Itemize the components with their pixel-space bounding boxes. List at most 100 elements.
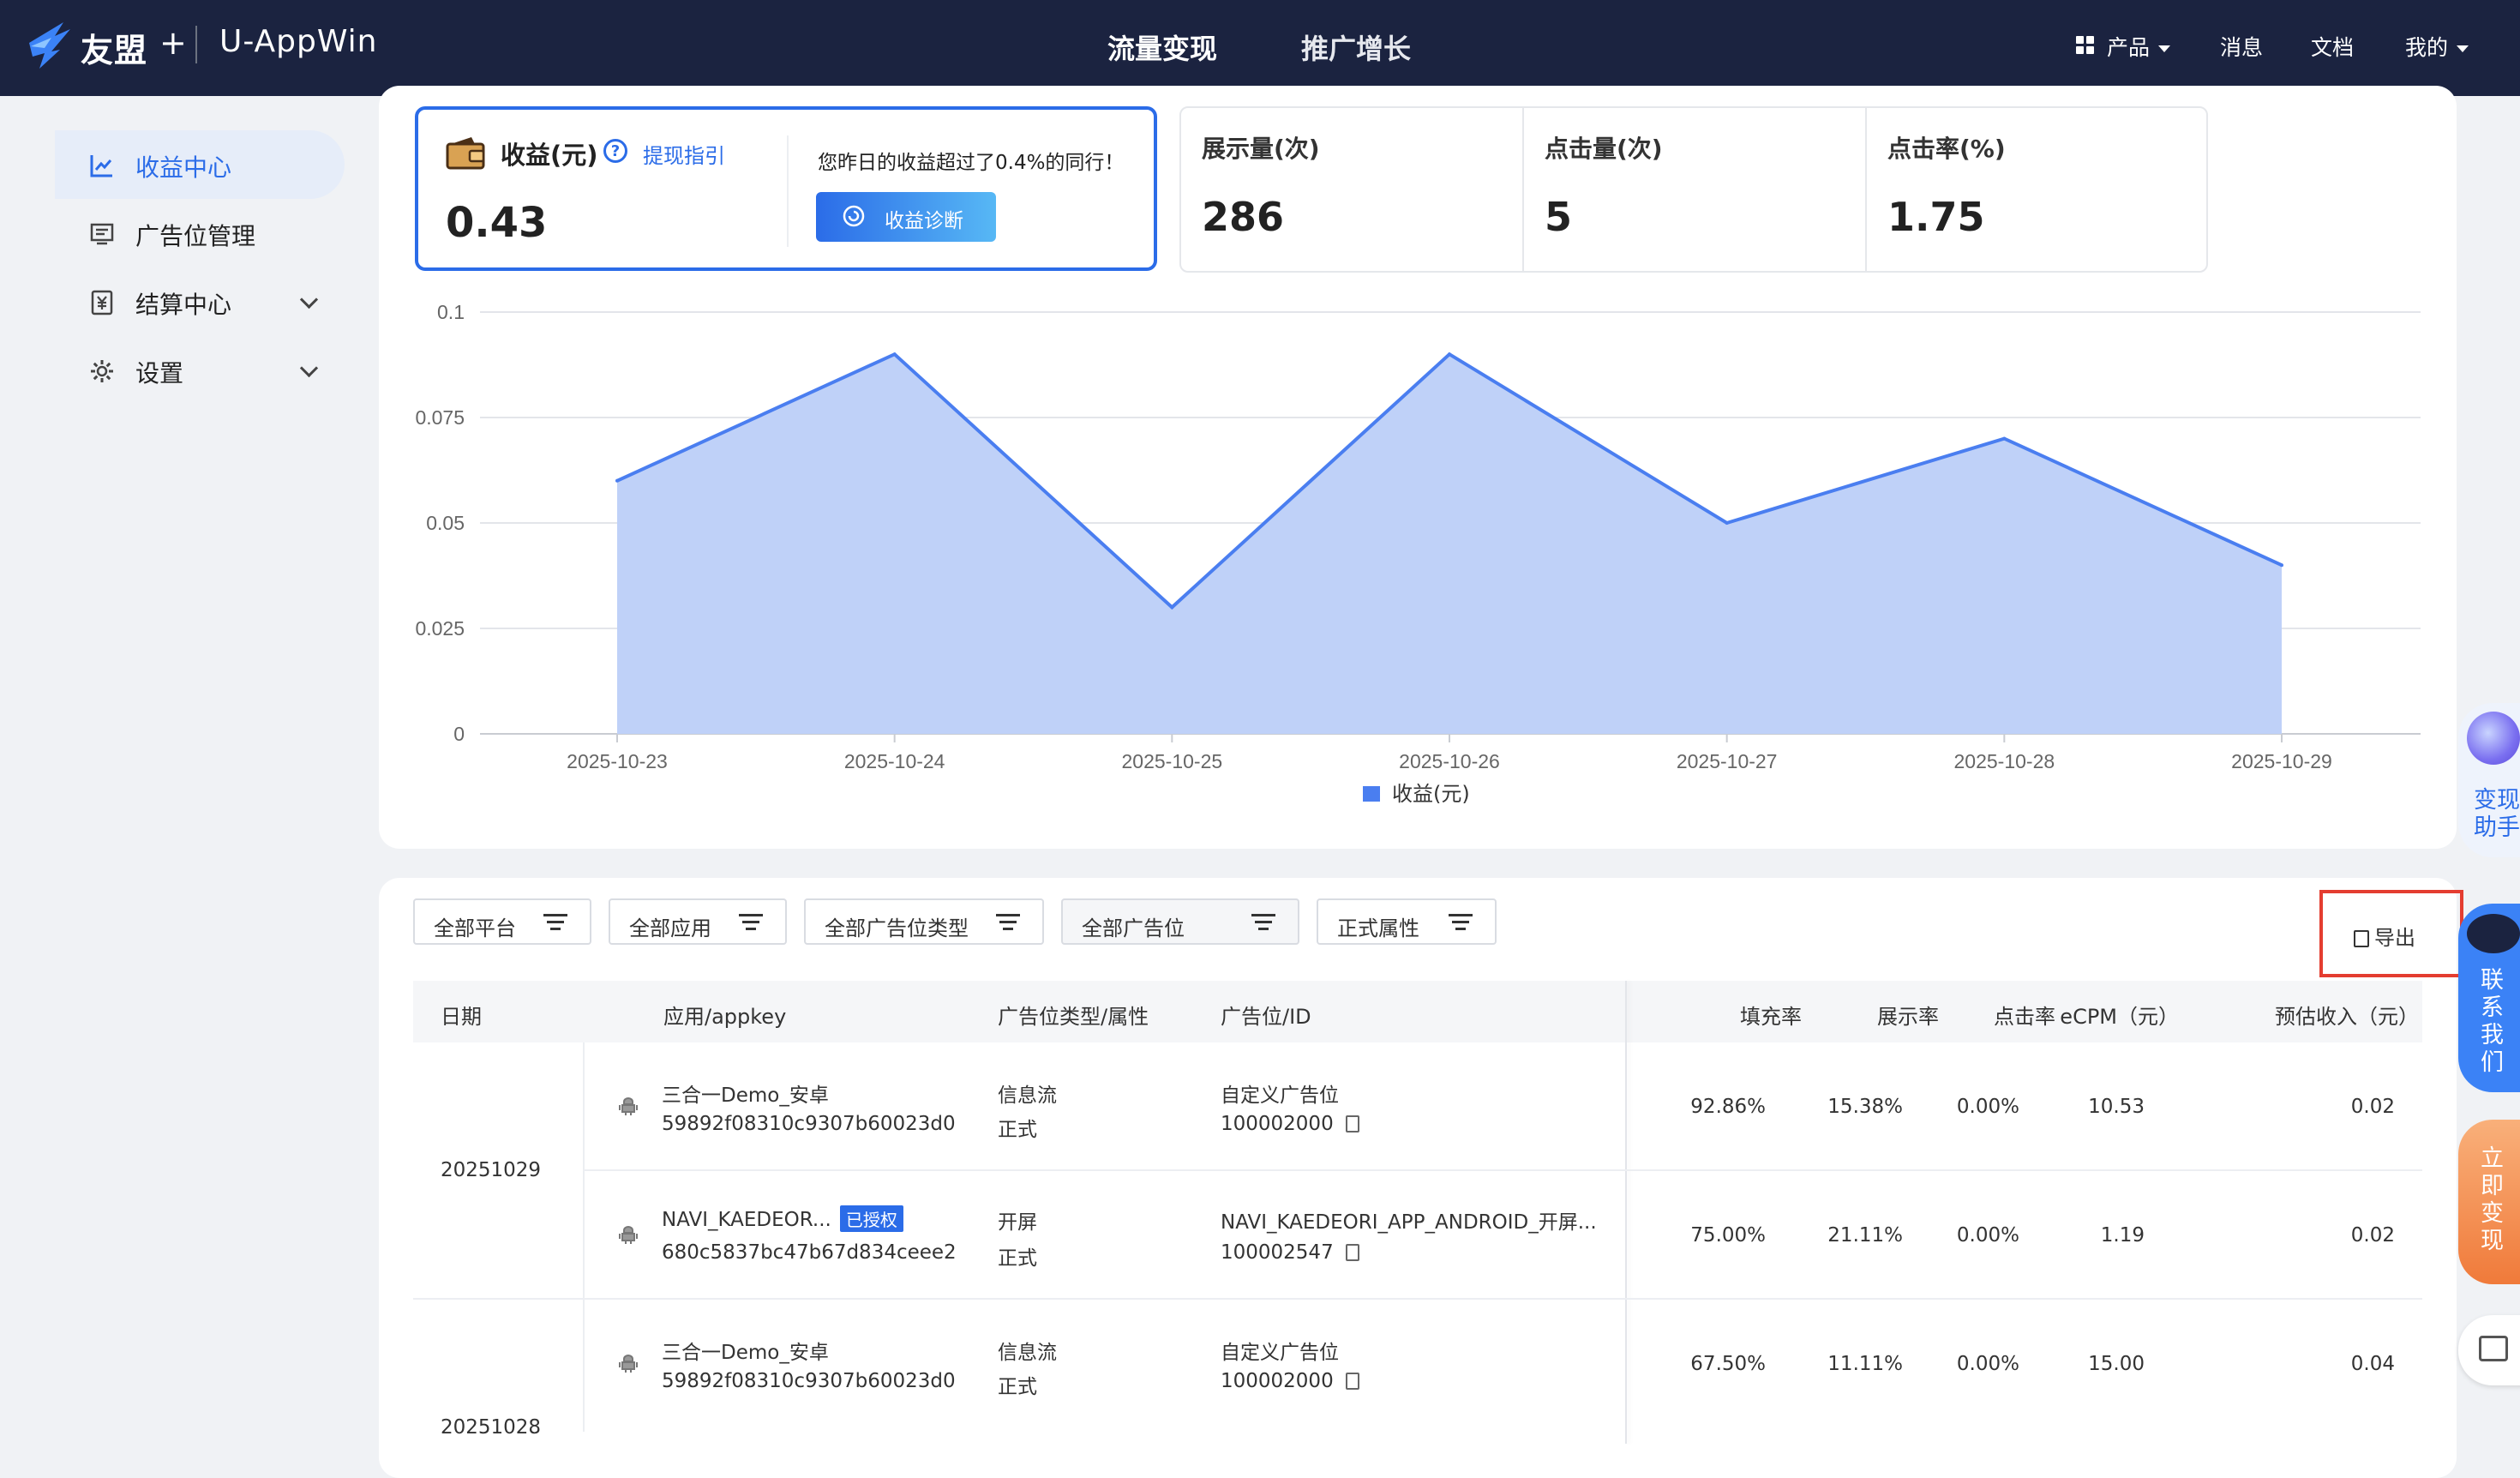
copy-icon[interactable] bbox=[1345, 1244, 1359, 1261]
filter-app[interactable]: 全部应用 bbox=[609, 898, 787, 945]
ad-type-cell: 开屏 bbox=[998, 1211, 1037, 1234]
ecpm-cell: 15.00 bbox=[2088, 1353, 2145, 1375]
col-date[interactable]: 日期 bbox=[441, 1000, 482, 1030]
filter-attribute[interactable]: 正式属性 bbox=[1317, 898, 1497, 945]
filter-icon bbox=[1449, 914, 1473, 931]
sidebar-item-settlement-center[interactable]: 结算中心 bbox=[55, 267, 345, 336]
products-menu[interactable]: 产品 bbox=[2107, 31, 2171, 62]
umeng-logo-icon[interactable] bbox=[26, 17, 74, 72]
revenue-comparison-note: 您昨日的收益超过了0.4%的同行！ bbox=[818, 152, 1125, 174]
highlight-box bbox=[2319, 890, 2463, 977]
app-name[interactable]: U-AppWin bbox=[219, 24, 378, 59]
legend-swatch bbox=[1363, 786, 1380, 802]
col-ad-slot[interactable]: 广告位/ID bbox=[1221, 1000, 1311, 1030]
authorized-badge: 已授权 bbox=[839, 1205, 903, 1232]
docs-link[interactable]: 文档 bbox=[2311, 31, 2354, 62]
contact-us-widget[interactable]: 联系我们 bbox=[2458, 904, 2520, 1092]
copy-icon[interactable] bbox=[1345, 1373, 1359, 1390]
sidebar-item-settings[interactable]: 设置 bbox=[55, 336, 345, 405]
revenue-diagnosis-button[interactable]: 收益诊断 bbox=[816, 192, 996, 242]
chart-legend[interactable]: 收益(元) bbox=[1363, 777, 1470, 807]
col-app[interactable]: 应用/appkey bbox=[663, 1000, 786, 1030]
data-point bbox=[892, 352, 897, 357]
withdraw-guide-link[interactable]: 提现指引 bbox=[643, 139, 725, 169]
metric-ctr[interactable]: 点击率(%) 1.75 bbox=[1865, 108, 2208, 271]
col-fill-rate[interactable]: 填充率 bbox=[1647, 1000, 1802, 1030]
metric-value: 5 bbox=[1545, 194, 1573, 240]
app-name-cell[interactable]: NAVI_KAEDEOR... 已授权 bbox=[662, 1205, 903, 1232]
ad-slot-id-cell: 100002547 bbox=[1221, 1241, 1359, 1264]
revenue-card[interactable]: 收益(元) ? 提现指引 0.43 您昨日的收益超过了0.4%的同行！ 收益诊断 bbox=[415, 106, 1157, 271]
x-tick-label: 2025-10-28 bbox=[1954, 750, 2055, 772]
date-cell-divider bbox=[583, 1300, 585, 1432]
line-chart-icon bbox=[90, 155, 112, 177]
col-ecpm[interactable]: eCPM（元） bbox=[2007, 1000, 2179, 1030]
my-account-menu[interactable]: 我的 bbox=[2405, 31, 2469, 62]
revenue-value: 0.43 bbox=[446, 199, 548, 247]
my-account-label: 我的 bbox=[2405, 35, 2449, 60]
ad-slot-id: 100002547 bbox=[1221, 1241, 1334, 1264]
filter-ad-slot-type[interactable]: 全部广告位类型 bbox=[804, 898, 1044, 945]
date-cell-divider bbox=[583, 1042, 585, 1300]
tab-traffic-monetization[interactable]: 流量变现 bbox=[1107, 27, 1217, 67]
appkey-cell: 59892f08310c9307b60023d0 bbox=[662, 1370, 956, 1392]
monetization-assistant-widget[interactable]: 变现助手 bbox=[2458, 703, 2520, 857]
col-ad-type[interactable]: 广告位类型/属性 bbox=[998, 1000, 1149, 1030]
chevron-down-icon bbox=[2158, 45, 2171, 52]
data-point bbox=[1725, 521, 1729, 525]
legend-label: 收益(元) bbox=[1392, 782, 1470, 806]
gear-icon bbox=[91, 360, 113, 382]
col-estimated-income[interactable]: 预估收入（元） bbox=[2162, 1000, 2419, 1030]
table-header: 日期 应用/appkey 广告位类型/属性 广告位/ID 填充率 展示率 点击率… bbox=[413, 981, 2422, 1042]
filter-icon bbox=[1251, 914, 1275, 931]
code-icon bbox=[2479, 1336, 2508, 1361]
ad-slot-cell[interactable]: NAVI_KAEDEORI_APP_ANDROID_开屏... bbox=[1221, 1205, 1597, 1235]
top-navbar: 友盟 + U-AppWin 流量变现 推广增长 产品 消息 文档 我的 bbox=[0, 0, 2520, 96]
filter-label: 全部广告位 bbox=[1082, 916, 1185, 940]
assistant-orb-icon bbox=[2467, 712, 2520, 765]
code-widget[interactable] bbox=[2458, 1315, 2520, 1385]
messages-link[interactable]: 消息 bbox=[2220, 31, 2263, 62]
sidebar-item-ad-slot-management[interactable]: 广告位管理 bbox=[55, 199, 345, 267]
ad-slot-cell[interactable]: 自定义广告位 bbox=[1221, 1078, 1339, 1108]
filter-label: 全部平台 bbox=[434, 916, 516, 940]
brand-plus: + bbox=[159, 24, 187, 62]
copy-icon[interactable] bbox=[1345, 1115, 1359, 1133]
android-icon bbox=[619, 1097, 638, 1115]
filter-label: 全部广告位类型 bbox=[825, 916, 969, 940]
filter-label: 全部应用 bbox=[629, 916, 711, 940]
filter-platform[interactable]: 全部平台 bbox=[413, 898, 591, 945]
start-monetizing-widget[interactable]: 立即变现 bbox=[2458, 1120, 2520, 1284]
sidebar-item-label: 设置 bbox=[135, 359, 184, 388]
metric-clicks[interactable]: 点击量(次) 5 bbox=[1522, 108, 1865, 271]
ad-slot-cell[interactable]: 自定义广告位 bbox=[1221, 1336, 1339, 1365]
filter-icon bbox=[543, 914, 567, 931]
brand-divider bbox=[195, 26, 197, 63]
date-cell: 20251029 bbox=[441, 1159, 542, 1181]
y-tick-label: 0.1 bbox=[437, 301, 465, 323]
app-name-cell[interactable]: 三合一Demo_安卓 bbox=[662, 1078, 829, 1108]
revenue-area-chart[interactable]: 0.1 0.075 0.05 0.025 0 2025-10-23 2025-10-24 20… bbox=[379, 283, 2436, 772]
assistant-label: 变现助手 bbox=[2474, 787, 2520, 841]
tab-promotion-growth[interactable]: 推广增长 bbox=[1301, 27, 1411, 67]
chevron-down-icon bbox=[299, 358, 319, 378]
data-point bbox=[1170, 605, 1174, 610]
card-divider bbox=[787, 135, 789, 247]
app-name-cell[interactable]: 三合一Demo_安卓 bbox=[662, 1336, 829, 1365]
contact-label: 联系我们 bbox=[2481, 967, 2504, 1076]
sidebar-item-revenue-center[interactable]: 收益中心 bbox=[55, 130, 345, 199]
ad-slot-id: 100002000 bbox=[1221, 1113, 1334, 1135]
data-point bbox=[1448, 352, 1451, 357]
apps-grid-icon[interactable] bbox=[2076, 36, 2095, 55]
filter-ad-slot[interactable]: 全部广告位 bbox=[1061, 898, 1299, 945]
metric-impressions[interactable]: 展示量(次) 286 bbox=[1181, 108, 1522, 271]
metric-label: 点击量(次) bbox=[1545, 135, 1663, 163]
metric-value: 286 bbox=[1202, 194, 1285, 240]
chevron-down-icon bbox=[2457, 45, 2469, 52]
brand-name[interactable]: 友盟 bbox=[81, 24, 147, 71]
data-point bbox=[2002, 436, 2007, 441]
ad-slot-id-cell: 100002000 bbox=[1221, 1370, 1359, 1392]
ad-slot-id-cell: 100002000 bbox=[1221, 1113, 1359, 1135]
help-icon[interactable]: ? bbox=[603, 139, 627, 163]
ecpm-cell: 1.19 bbox=[2100, 1224, 2145, 1247]
